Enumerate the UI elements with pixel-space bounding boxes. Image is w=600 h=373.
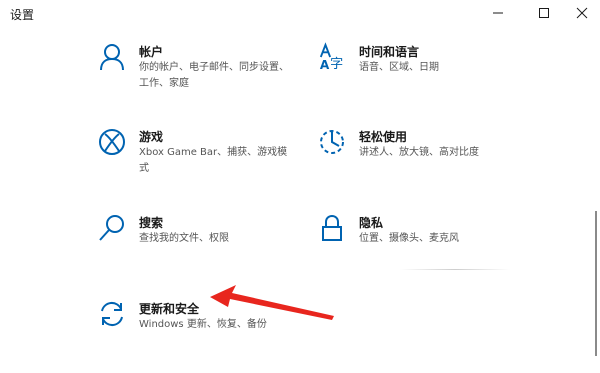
search-icon <box>98 213 126 243</box>
maximize-icon <box>539 8 549 18</box>
tile-description: 位置、摄像头、麦克风 <box>359 233 459 244</box>
tile-description: 查找我的文件、权限 <box>139 233 229 244</box>
tile-title: 隐私 <box>359 216 384 230</box>
person-icon <box>98 42 126 72</box>
close-icon <box>576 7 588 19</box>
tile-ease-of-access[interactable]: 轻松使用 讲述人、放大镜、高对比度 <box>318 127 558 187</box>
tile-title: 游戏 <box>139 130 164 144</box>
svg-text:A: A <box>320 58 330 72</box>
title-bar: 设置 <box>0 0 600 28</box>
ease-of-access-icon <box>318 127 346 157</box>
svg-text:字: 字 <box>330 57 343 72</box>
minimize-icon <box>493 12 503 14</box>
lock-icon <box>318 213 346 243</box>
scrollbar[interactable] <box>595 211 597 356</box>
tile-title: 帐户 <box>139 45 164 59</box>
tile-title: 更新和安全 <box>139 302 200 316</box>
separator <box>400 269 510 270</box>
update-icon <box>98 299 126 329</box>
close-button[interactable] <box>559 0 600 26</box>
tile-accounts[interactable]: 帐户 你的帐户、电子邮件、同步设置、工作、家庭 <box>98 42 338 102</box>
tile-gaming[interactable]: 游戏 Xbox Game Bar、捕获、游戏模式 <box>98 127 338 187</box>
tile-description: 你的帐户、电子邮件、同步设置、工作、家庭 <box>139 62 289 89</box>
window-title: 设置 <box>10 8 35 22</box>
minimize-button[interactable] <box>475 0 521 26</box>
time-language-icon: A 字 <box>318 42 346 72</box>
tile-time-language[interactable]: A 字 时间和语言 语音、区域、日期 <box>318 42 558 102</box>
tile-description: Xbox Game Bar、捕获、游戏模式 <box>139 147 288 174</box>
annotation-arrow-icon <box>210 285 334 320</box>
tile-description: 讲述人、放大镜、高对比度 <box>359 147 479 158</box>
tile-title: 搜索 <box>139 216 164 230</box>
tile-search[interactable]: 搜索 查找我的文件、权限 <box>98 213 338 273</box>
tile-title: 时间和语言 <box>359 45 420 59</box>
xbox-icon <box>98 127 126 157</box>
tile-title: 轻松使用 <box>359 130 408 144</box>
settings-window: 设置 帐户 你的帐户、电子邮件、同步设置、工作、家庭 A 字 时间和语言 语音、… <box>0 0 600 373</box>
tile-privacy[interactable]: 隐私 位置、摄像头、麦克风 <box>318 213 558 273</box>
tile-description: 语音、区域、日期 <box>359 62 439 73</box>
